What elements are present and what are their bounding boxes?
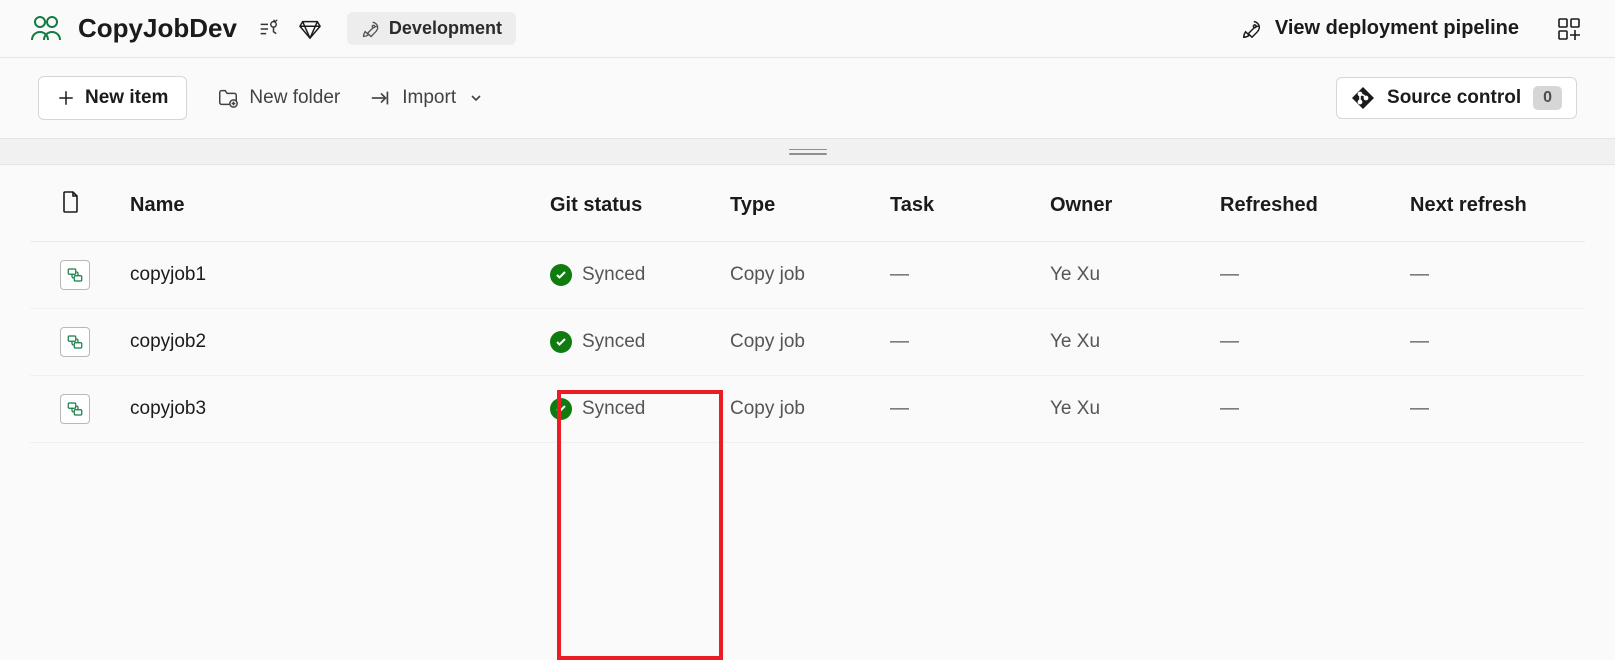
rocket-icon xyxy=(1241,18,1263,40)
new-folder-label: New folder xyxy=(249,87,340,109)
cell-next-refresh: — xyxy=(1400,309,1585,376)
synced-check-icon xyxy=(550,331,572,353)
cell-owner: Ye Xu xyxy=(1040,309,1210,376)
source-control-count: 0 xyxy=(1533,86,1562,110)
import-button[interactable]: Import xyxy=(370,87,482,109)
import-icon xyxy=(370,89,392,107)
items-table: Name Git status Type Task Owner Refreshe… xyxy=(30,165,1585,443)
grip-icon xyxy=(789,149,827,155)
cell-owner: Ye Xu xyxy=(1040,376,1210,443)
items-table-wrap: Name Git status Type Task Owner Refreshe… xyxy=(0,165,1615,443)
cell-type: Copy job xyxy=(720,309,880,376)
source-control-label: Source control xyxy=(1387,87,1521,109)
cell-refreshed: — xyxy=(1210,242,1400,309)
cell-type: Copy job xyxy=(720,376,880,443)
rocket-icon xyxy=(361,19,381,39)
cell-name[interactable]: copyjob3 xyxy=(120,376,540,443)
col-icon[interactable] xyxy=(30,165,120,242)
col-owner[interactable]: Owner xyxy=(1040,165,1210,242)
premium-diamond-icon[interactable] xyxy=(295,14,325,44)
deploy-link-label: View deployment pipeline xyxy=(1275,17,1519,40)
table-row[interactable]: copyjob3 Synced Copy job — Ye Xu — — xyxy=(30,376,1585,443)
table-row[interactable]: copyjob2 Synced Copy job — Ye Xu — — xyxy=(30,309,1585,376)
git-branch-icon xyxy=(1351,86,1375,110)
new-item-label: New item xyxy=(85,87,168,109)
cell-task: — xyxy=(880,376,1040,443)
copyjob-item-icon xyxy=(60,394,90,424)
col-next[interactable]: Next refresh xyxy=(1400,165,1585,242)
col-task[interactable]: Task xyxy=(880,165,1040,242)
table-row[interactable]: copyjob1 Synced Copy job — Ye Xu — — xyxy=(30,242,1585,309)
cell-owner: Ye Xu xyxy=(1040,242,1210,309)
cell-refreshed: — xyxy=(1210,376,1400,443)
new-item-button[interactable]: New item xyxy=(38,76,187,120)
col-refreshed[interactable]: Refreshed xyxy=(1210,165,1400,242)
toolbar: New item New folder Import xyxy=(0,58,1615,139)
synced-check-icon xyxy=(550,398,572,420)
folder-plus-icon xyxy=(217,87,239,109)
col-type[interactable]: Type xyxy=(720,165,880,242)
environment-label: Development xyxy=(389,18,502,39)
plus-icon xyxy=(57,89,75,107)
cell-next-refresh: — xyxy=(1400,242,1585,309)
cell-next-refresh: — xyxy=(1400,376,1585,443)
workspace-header: CopyJobDev Development View deployment xyxy=(0,0,1615,58)
source-control-button[interactable]: Source control 0 xyxy=(1336,77,1577,119)
new-folder-button[interactable]: New folder xyxy=(217,87,340,109)
view-deployment-pipeline-button[interactable]: View deployment pipeline xyxy=(1233,13,1527,44)
copyjob-item-icon xyxy=(60,327,90,357)
cell-name[interactable]: copyjob2 xyxy=(120,309,540,376)
cell-task: — xyxy=(880,242,1040,309)
copyjob-item-icon xyxy=(60,260,90,290)
col-git-status[interactable]: Git status xyxy=(540,165,720,242)
cell-refreshed: — xyxy=(1210,309,1400,376)
synced-check-icon xyxy=(550,264,572,286)
cell-git-status: Synced xyxy=(582,331,645,353)
cell-git-status: Synced xyxy=(582,264,645,286)
col-name[interactable]: Name xyxy=(120,165,540,242)
app-switcher-icon[interactable] xyxy=(1553,13,1585,45)
resize-grip-bar[interactable] xyxy=(0,139,1615,165)
workspace-icon xyxy=(30,14,66,44)
cell-task: — xyxy=(880,309,1040,376)
import-label: Import xyxy=(402,87,456,109)
table-header-row: Name Git status Type Task Owner Refreshe… xyxy=(30,165,1585,242)
workspace-title: CopyJobDev xyxy=(78,13,237,44)
cell-type: Copy job xyxy=(720,242,880,309)
create-task-flow-icon[interactable] xyxy=(253,14,283,44)
cell-name[interactable]: copyjob1 xyxy=(120,242,540,309)
chevron-down-icon xyxy=(470,92,482,104)
environment-badge[interactable]: Development xyxy=(347,12,516,45)
file-icon xyxy=(62,191,80,219)
cell-git-status: Synced xyxy=(582,398,645,420)
